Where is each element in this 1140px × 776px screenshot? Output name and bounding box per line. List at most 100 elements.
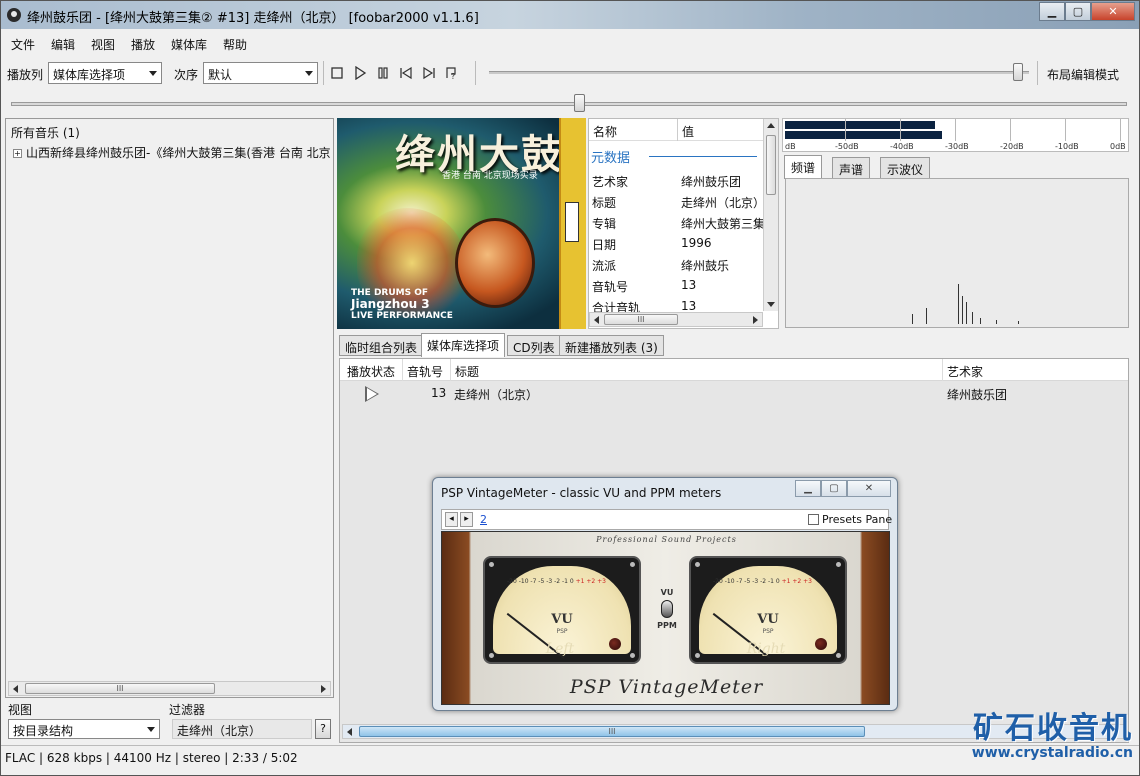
- playlist-dropdown[interactable]: 媒体库选择项: [48, 62, 162, 84]
- album-art-english-line: Jiangzhou 3: [351, 297, 430, 311]
- tab-temp-playlist[interactable]: 临时组合列表: [339, 335, 424, 356]
- minimize-button[interactable]: ▁: [1039, 2, 1065, 21]
- properties-vertical-scrollbar[interactable]: [763, 119, 778, 311]
- filter-help-button[interactable]: ?: [315, 719, 331, 739]
- random-icon[interactable]: ?: [445, 66, 459, 80]
- menu-help[interactable]: 帮助: [223, 36, 247, 53]
- scroll-up-icon[interactable]: [767, 123, 775, 128]
- properties-col-name[interactable]: 名称: [593, 123, 617, 140]
- spectrum-bar: [996, 320, 997, 324]
- presets-pane-checkbox[interactable]: [808, 514, 819, 525]
- scroll-right-icon[interactable]: [321, 685, 326, 693]
- prev-preset-button[interactable]: ◂: [445, 512, 458, 527]
- chevron-down-icon: [305, 71, 313, 76]
- tab-library-selection[interactable]: 媒体库选择项: [421, 333, 506, 357]
- vm-maximize-button[interactable]: ▢: [821, 480, 847, 497]
- scrollbar-thumb[interactable]: [766, 135, 776, 195]
- property-key: 音轨号: [592, 280, 629, 294]
- library-tree-panel[interactable]: 所有音乐 (1) + 山西新绛县绛州鼓乐团-《绛州大鼓第三集(香港 台南 北京 I…: [5, 118, 334, 698]
- property-row[interactable]: 音轨号 13: [589, 275, 763, 296]
- tab-cd-list[interactable]: CD列表: [507, 335, 561, 356]
- tab-oscilloscope[interactable]: 示波仪: [880, 157, 931, 179]
- scroll-left-icon[interactable]: [13, 685, 18, 693]
- property-row[interactable]: 日期 1996: [589, 233, 763, 254]
- scrollbar-thumb[interactable]: III: [604, 314, 678, 325]
- next-preset-button[interactable]: ▸: [460, 512, 473, 527]
- title-bar: 绛州鼓乐团 - [绛州大鼓第三集② #13] 走绛州（北京） [foobar20…: [1, 1, 1139, 29]
- layout-edit-mode-button[interactable]: 布局编辑模式: [1047, 66, 1119, 83]
- toolbar-separator: [475, 61, 476, 85]
- foobar-app-icon[interactable]: [7, 8, 21, 22]
- col-play-status[interactable]: 播放状态: [347, 363, 395, 380]
- vu-ppm-switch[interactable]: VU PPM: [652, 588, 682, 630]
- view-dropdown[interactable]: 按目录结构: [8, 719, 160, 739]
- property-row[interactable]: 艺术家 绛州鼓乐团: [589, 170, 763, 191]
- status-text: FLAC | 628 kbps | 44100 Hz | stereo | 2:…: [5, 751, 298, 765]
- seek-bar-thumb[interactable]: [574, 94, 585, 112]
- library-horizontal-scrollbar[interactable]: III: [8, 681, 331, 696]
- tab-spectrogram[interactable]: 声谱: [832, 157, 871, 179]
- play-icon[interactable]: [353, 66, 367, 80]
- tree-node-label: 山西新绛县绛州鼓乐团-《绛州大鼓第三集(香港 台南 北京: [26, 146, 331, 160]
- pause-icon[interactable]: [376, 66, 390, 80]
- menu-file[interactable]: 文件: [11, 36, 35, 53]
- col-artist[interactable]: 艺术家: [947, 363, 983, 380]
- section-divider: [649, 156, 757, 157]
- row-track-number: 13: [431, 386, 447, 400]
- scrollbar-thumb[interactable]: III: [359, 726, 865, 737]
- foobar-window: 绛州鼓乐团 - [绛州大鼓第三集② #13] 走绛州（北京） [foobar20…: [0, 0, 1140, 776]
- property-row[interactable]: 专辑 绛州大鼓第三集: [589, 212, 763, 233]
- menu-playback[interactable]: 播放: [131, 36, 155, 53]
- scroll-right-icon[interactable]: [753, 316, 758, 324]
- stop-icon[interactable]: [330, 66, 344, 80]
- order-dropdown[interactable]: 默认: [203, 62, 318, 84]
- col-title[interactable]: 标题: [455, 363, 479, 380]
- properties-horizontal-scrollbar[interactable]: III: [589, 312, 763, 327]
- watermark: 矿石收音机 www.crystalradio.cn: [972, 713, 1133, 762]
- peak-tick: [900, 119, 901, 141]
- spectrum-bar: [958, 284, 959, 324]
- preset-number-link[interactable]: 2: [480, 513, 487, 526]
- playlist-row[interactable]: 13 走绛州（北京） 绛州鼓乐团: [340, 383, 1128, 405]
- meter-scale: -20 -10 -7 -5 -3 -2 -1 0 +1 +2 +3: [713, 578, 823, 585]
- filter-input[interactable]: 走绛州（北京）: [172, 719, 312, 739]
- tab-spectrum[interactable]: 频谱: [784, 155, 823, 179]
- order-label: 次序: [174, 68, 199, 82]
- vintage-meter-window[interactable]: PSP VintageMeter - classic VU and PPM me…: [432, 477, 898, 711]
- toolbar-separator: [1037, 61, 1038, 85]
- scrollbar-thumb[interactable]: III: [25, 683, 215, 694]
- previous-icon[interactable]: [399, 66, 413, 80]
- scroll-left-icon[interactable]: [347, 728, 352, 736]
- next-icon[interactable]: [422, 66, 436, 80]
- menu-view[interactable]: 视图: [91, 36, 115, 53]
- seek-bar-track[interactable]: [11, 102, 1127, 106]
- properties-col-value[interactable]: 值: [682, 123, 694, 140]
- property-row[interactable]: 标题 走绛州（北京）: [589, 191, 763, 212]
- peak-tick: [1065, 119, 1066, 141]
- properties-panel[interactable]: 名称 值 元数据 艺术家 绛州鼓乐团 标题 走绛州（北京） 专辑 绛州大鼓第三集 日期 199…: [588, 118, 779, 329]
- spectrum-bar: [972, 312, 973, 324]
- scroll-left-icon[interactable]: [594, 316, 599, 324]
- menu-library[interactable]: 媒体库: [171, 36, 207, 53]
- col-track-number[interactable]: 音轨号: [407, 363, 443, 380]
- property-row[interactable]: 流派 绛州鼓乐: [589, 254, 763, 275]
- spectrum-bar: [1018, 321, 1019, 324]
- peak-tick: [955, 119, 956, 141]
- tab-new-playlist[interactable]: 新建播放列表 (3): [559, 335, 664, 356]
- close-button[interactable]: ✕: [1091, 2, 1135, 21]
- window-title: 绛州鼓乐团 - [绛州大鼓第三集② #13] 走绛州（北京） [foobar20…: [27, 11, 479, 26]
- tree-node-album[interactable]: + 山西新绛县绛州鼓乐团-《绛州大鼓第三集(香港 台南 北京: [13, 144, 331, 161]
- property-value: 绛州鼓乐: [681, 259, 730, 273]
- tree-root-all-music[interactable]: 所有音乐 (1): [11, 124, 80, 141]
- vm-close-button[interactable]: ✕: [847, 480, 891, 497]
- volume-track[interactable]: [489, 71, 1029, 74]
- album-art-side-strip: [559, 118, 586, 329]
- expand-icon[interactable]: +: [13, 149, 22, 158]
- toggle-switch-icon[interactable]: [661, 600, 673, 618]
- meter-scale-black: -20 -10 -7 -5 -3 -2 -1 0: [507, 578, 574, 585]
- vm-minimize-button[interactable]: ▁: [795, 480, 821, 497]
- scroll-down-icon[interactable]: [767, 302, 775, 307]
- volume-slider-thumb[interactable]: [1013, 63, 1023, 81]
- maximize-button[interactable]: ▢: [1065, 2, 1091, 21]
- menu-edit[interactable]: 编辑: [51, 36, 75, 53]
